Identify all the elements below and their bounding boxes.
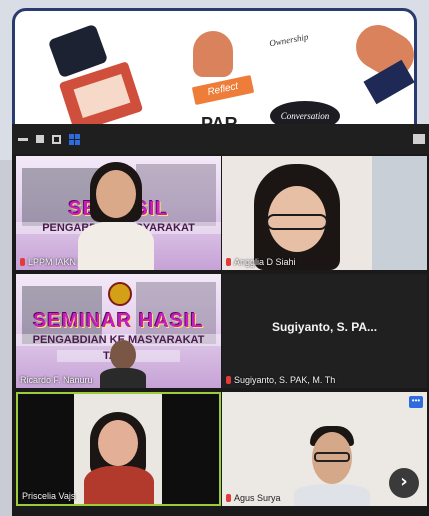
seminar-slide: SEMINAR HASIL PENGABDIAN KE MASYARAKAT T… (16, 274, 221, 388)
zoom-meeting-window: SE HASIL PENGABDIA AMASYARAKAT LPPM IAKN… (12, 124, 429, 516)
participant-tile-agus[interactable]: ••• › Agus Surya (222, 392, 427, 506)
menu-icon[interactable] (52, 134, 61, 144)
participant-name: Priscelia Vajs (22, 491, 76, 501)
window-toolbar (12, 124, 429, 154)
participant-name: Agus Surya (226, 493, 281, 503)
participant-display-name: Sugiyanto, S. PA... (271, 320, 378, 334)
grid-view-icon[interactable] (69, 133, 80, 145)
hand-illustration (193, 31, 233, 77)
letterbox-left (18, 394, 74, 504)
participant-tile-lppm[interactable]: SE HASIL PENGABDIA AMASYARAKAT LPPM IAKN (16, 156, 221, 270)
restore-icon[interactable] (36, 135, 44, 143)
muted-mic-icon (20, 258, 25, 266)
participant-name: Angglia D Siahi (226, 257, 296, 267)
more-options-icon[interactable]: ••• (409, 396, 423, 408)
participant-name: Sugiyanto, S. PAK, M. Th (226, 375, 335, 385)
participant-name: Ricardo F. Nanuru (20, 375, 93, 385)
letterbox-right (162, 394, 219, 504)
slide-title: SEMINAR HASIL (33, 310, 204, 332)
next-page-button[interactable]: › (389, 468, 419, 498)
ownership-label: Ownership (268, 31, 310, 49)
muted-mic-icon (226, 494, 231, 502)
muted-mic-icon (226, 258, 231, 266)
reflect-label: Reflect (191, 74, 255, 106)
seminar-slide: SE HASIL PENGABDIA AMASYARAKAT (16, 156, 221, 270)
participant-tile-angglia[interactable]: Angglia D Siahi (222, 156, 427, 270)
cabinet-image (372, 156, 427, 270)
participant-name: LPPM IAKN (20, 257, 76, 267)
glasses-image (314, 452, 350, 462)
participant-tile-ricardo[interactable]: SEMINAR HASIL PENGABDIAN KE MASYARAKAT T… (16, 274, 221, 388)
muted-mic-icon (226, 376, 231, 384)
participant-tile-sugiyanto[interactable]: Sugiyanto, S. PA... Sugiyanto, S. PAK, M… (222, 274, 427, 388)
minimize-icon[interactable] (18, 137, 28, 141)
participant-tile-priscelia[interactable]: Priscelia Vajs (16, 392, 221, 506)
institution-logo (108, 282, 132, 306)
screen-icon[interactable] (413, 134, 425, 144)
glasses-image (266, 214, 328, 230)
